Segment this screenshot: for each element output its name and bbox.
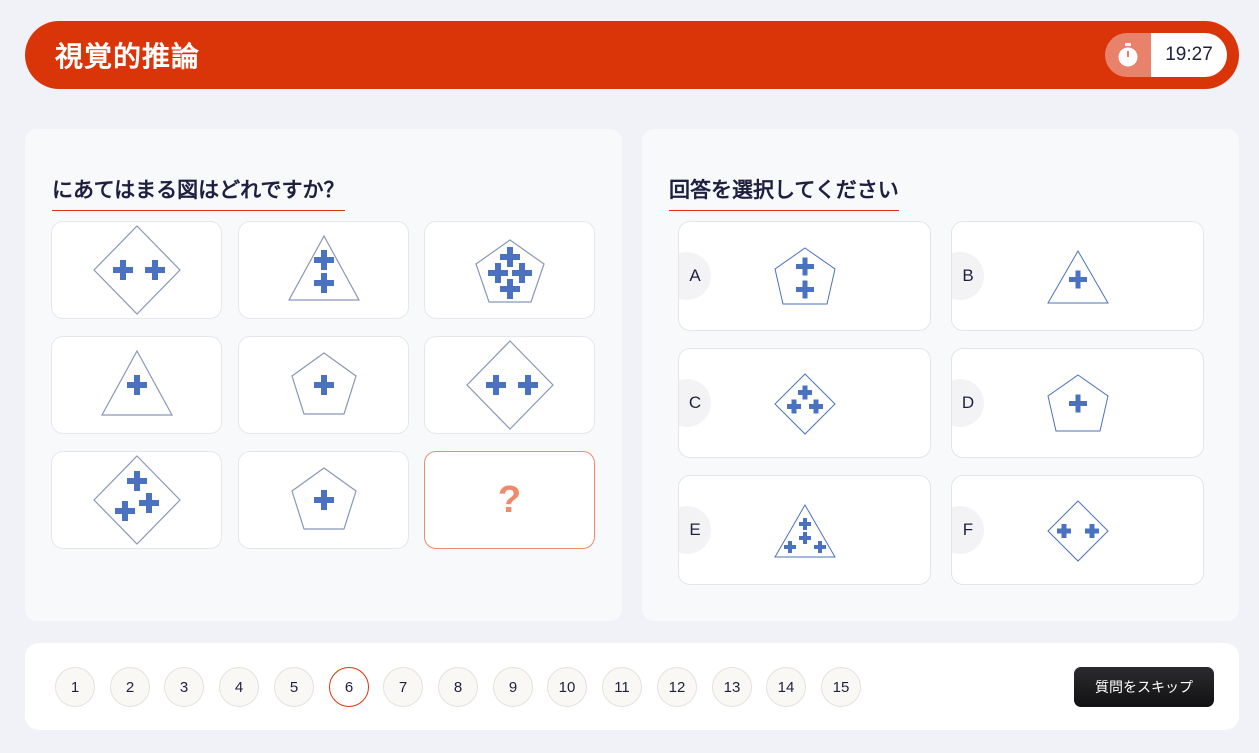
page-button-15[interactable]: 15 bbox=[821, 667, 861, 707]
question-heading: にあてはまる図はどれですか？ bbox=[52, 174, 345, 211]
answer-option-a[interactable]: A bbox=[678, 221, 931, 331]
grid-cell-4 bbox=[51, 336, 222, 434]
page-button-12[interactable]: 12 bbox=[657, 667, 697, 707]
diamond-figure bbox=[92, 455, 181, 545]
header-bar: 視覚的推論 19:27 bbox=[25, 21, 1239, 89]
triangle-figure bbox=[287, 234, 360, 301]
answer-letter: B bbox=[952, 252, 984, 300]
question-mark: ? bbox=[497, 478, 522, 521]
timer: 19:27 bbox=[1105, 33, 1227, 77]
grid-cell-5 bbox=[238, 336, 409, 434]
page-button-6-current[interactable]: 6 bbox=[329, 667, 369, 707]
answer-letter: A bbox=[679, 252, 711, 300]
page-button-4[interactable]: 4 bbox=[219, 667, 259, 707]
grid-cell-1 bbox=[51, 221, 222, 319]
grid-cell-7 bbox=[51, 451, 222, 549]
pentagon-figure bbox=[474, 239, 545, 303]
missing-figure-slot: ? bbox=[424, 451, 595, 549]
page-button-2[interactable]: 2 bbox=[110, 667, 150, 707]
page-button-11[interactable]: 11 bbox=[602, 667, 642, 707]
page-button-1[interactable]: 1 bbox=[55, 667, 95, 707]
timer-value: 19:27 bbox=[1151, 33, 1227, 77]
answer-option-d[interactable]: D bbox=[951, 348, 1204, 458]
triangle-figure bbox=[774, 503, 836, 558]
answer-letter: E bbox=[679, 506, 711, 554]
skip-question-button[interactable]: 質問をスキップ bbox=[1074, 667, 1214, 707]
grid-cell-8 bbox=[238, 451, 409, 549]
question-navigation: 1 2 3 4 5 6 7 8 9 10 11 12 13 14 15 質問をス… bbox=[25, 643, 1239, 730]
grid-cell-6 bbox=[424, 336, 595, 434]
grid-cell-2 bbox=[238, 221, 409, 319]
diamond-figure bbox=[774, 373, 836, 435]
page-button-5[interactable]: 5 bbox=[274, 667, 314, 707]
question-panel: にあてはまる図はどれですか？ ? bbox=[25, 129, 622, 621]
pentagon-figure bbox=[290, 467, 357, 530]
page-button-7[interactable]: 7 bbox=[383, 667, 423, 707]
page-button-3[interactable]: 3 bbox=[164, 667, 204, 707]
diamond-figure bbox=[465, 340, 554, 430]
page-title: 視覚的推論 bbox=[55, 40, 201, 73]
answer-letter: C bbox=[679, 379, 711, 427]
page-button-13[interactable]: 13 bbox=[712, 667, 752, 707]
answer-option-b[interactable]: B bbox=[951, 221, 1204, 331]
triangle-figure bbox=[1047, 249, 1109, 304]
pentagon-figure bbox=[1047, 374, 1109, 432]
answer-option-e[interactable]: E bbox=[678, 475, 931, 585]
answer-option-f[interactable]: F bbox=[951, 475, 1204, 585]
answers-heading: 回答を選択してください bbox=[669, 174, 899, 211]
pentagon-figure bbox=[774, 247, 836, 305]
answer-letter: F bbox=[952, 506, 984, 554]
answer-option-c[interactable]: C bbox=[678, 348, 931, 458]
stopwatch-icon bbox=[1105, 33, 1151, 77]
page-button-14[interactable]: 14 bbox=[766, 667, 806, 707]
page-button-9[interactable]: 9 bbox=[493, 667, 533, 707]
page-button-8[interactable]: 8 bbox=[438, 667, 478, 707]
diamond-figure bbox=[92, 225, 181, 315]
triangle-figure bbox=[100, 349, 173, 416]
answer-letter: D bbox=[952, 379, 984, 427]
pentagon-figure bbox=[290, 352, 357, 415]
page-button-10[interactable]: 10 bbox=[547, 667, 587, 707]
answers-panel: 回答を選択してください A B C D E F bbox=[642, 129, 1239, 621]
grid-cell-3 bbox=[424, 221, 595, 319]
diamond-figure bbox=[1047, 500, 1109, 562]
